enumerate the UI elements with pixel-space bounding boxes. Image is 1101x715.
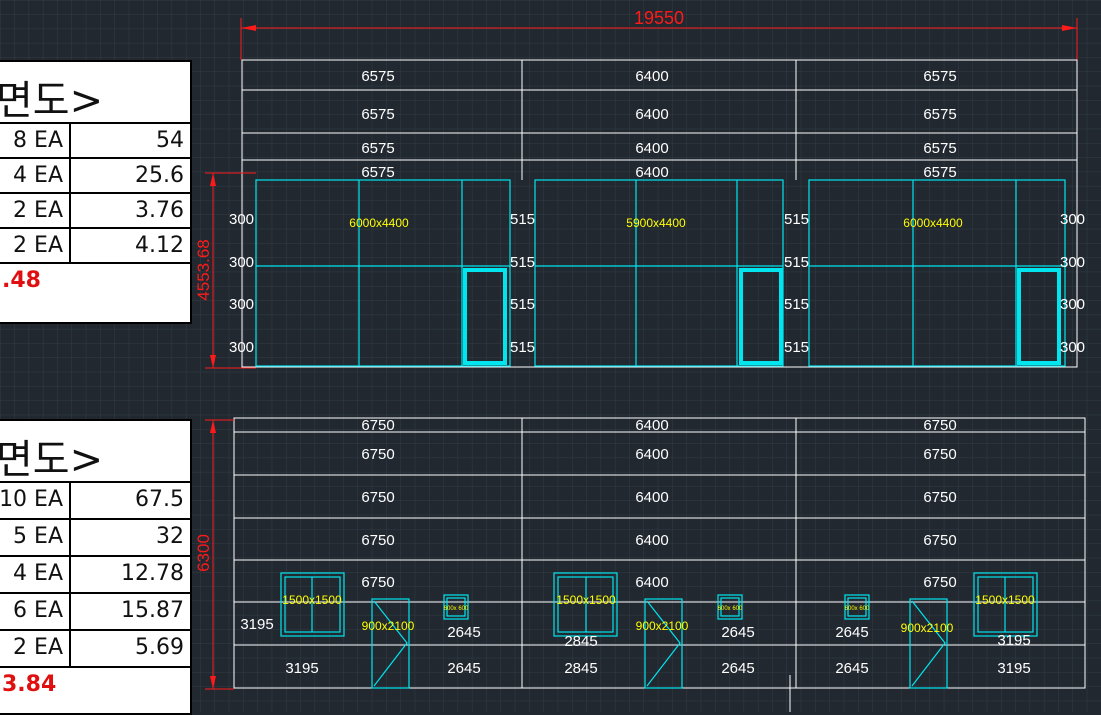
small-window-3: 600x 600	[844, 594, 870, 620]
table-total: 3.84	[2, 672, 57, 697]
bot-dim: 2845	[564, 660, 597, 677]
table-row: 5 EA 32	[0, 520, 190, 557]
bot-dim: 3195	[285, 660, 318, 677]
window-2: 1500x1500	[553, 572, 618, 637]
bot-row1-mid: 6400	[635, 417, 668, 434]
bot-dim: 2645	[447, 624, 480, 641]
side-dim: 300	[1060, 211, 1085, 228]
small-window-label: 600x 600	[444, 606, 469, 612]
top-row3-right: 6575	[923, 140, 956, 157]
bot-row1-left: 6750	[361, 417, 394, 434]
table-row: 10 EA 67.5	[0, 483, 190, 520]
bot-row5-left: 6750	[361, 574, 394, 591]
window-label: 1500x1500	[556, 593, 616, 607]
bot-row3-right: 6750	[923, 489, 956, 506]
door-1: 900x2100	[362, 598, 415, 689]
top-row2-left: 6575	[361, 106, 394, 123]
window-3: 1500x1500	[973, 572, 1038, 637]
door-label: 900x2100	[636, 619, 689, 633]
bot-dim: 3195	[997, 660, 1030, 677]
side-dim: 300	[229, 254, 254, 271]
top-row3-mid: 6400	[635, 140, 668, 157]
bot-row4-left: 6750	[361, 532, 394, 549]
side-dim: 515	[784, 296, 809, 313]
table-row: 2 EA 4.12	[0, 229, 190, 264]
quantity-table-1: 면도> 8 EA 54 4 EA 25.6 2 EA 3.76 2 EA 4.12 .4…	[0, 60, 192, 324]
bot-dim: 2645	[447, 660, 480, 677]
opening-label-2: 5900x4400	[626, 216, 686, 230]
small-window-1: 600x 600	[443, 594, 469, 620]
top-row3-left: 6575	[361, 140, 394, 157]
bot-row2-right: 6750	[923, 446, 956, 463]
table-title: 면도>	[0, 421, 190, 483]
top-row4-left: 6575	[361, 164, 394, 181]
bot-dim: 2645	[835, 624, 868, 641]
bot-row5-right: 6750	[923, 574, 956, 591]
window-label: 1500x1500	[282, 593, 342, 607]
top-row4-right: 6575	[923, 164, 956, 181]
side-dim: 300	[229, 339, 254, 356]
side-dim: 515	[510, 339, 535, 356]
table-title: 면도>	[0, 62, 190, 124]
bot-row3-mid: 6400	[635, 489, 668, 506]
opening-label-1: 6000x4400	[349, 216, 409, 230]
window-label: 1500x1500	[975, 593, 1035, 607]
table-total: .48	[2, 268, 41, 293]
quantity-table-2: 면도> 10 EA 67.5 5 EA 32 4 EA 12.78 6 EA 15.87…	[0, 419, 192, 715]
door-3: 900x2100	[901, 598, 954, 689]
bot-dim: 2645	[721, 624, 754, 641]
bottom-height-label: 6300	[194, 534, 213, 572]
side-dim: 300	[229, 296, 254, 313]
bot-dim: 2845	[564, 633, 597, 650]
top-height-label: 4553.68	[194, 239, 213, 300]
bot-dim: 3195	[997, 632, 1030, 649]
table-row: 4 EA 12.78	[0, 557, 190, 594]
side-dim: 515	[510, 254, 535, 271]
small-window-label: 600x 600	[845, 606, 870, 612]
bot-dim: 3195	[240, 616, 273, 633]
side-dim: 515	[784, 339, 809, 356]
opening-label-3: 6000x4400	[903, 216, 963, 230]
top-row1-left: 6575	[361, 68, 394, 85]
door-label: 900x2100	[362, 619, 415, 633]
top-elevation: 6575 6400 6575 6575 6400 6575 6575 6400 …	[194, 59, 1085, 369]
bot-row1-right: 6750	[923, 417, 956, 434]
top-row2-mid: 6400	[635, 106, 668, 123]
table-row: 4 EA 25.6	[0, 159, 190, 194]
bot-row4-right: 6750	[923, 532, 956, 549]
top-row1-right: 6575	[923, 68, 956, 85]
table-row: 8 EA 54	[0, 124, 190, 159]
bot-row5-mid: 6400	[635, 574, 668, 591]
side-dim: 515	[510, 296, 535, 313]
side-dim: 300	[229, 211, 254, 228]
bot-row3-left: 6750	[361, 489, 394, 506]
side-dim: 515	[784, 254, 809, 271]
side-dim: 300	[1060, 339, 1085, 356]
door-label: 900x2100	[901, 621, 954, 635]
bot-row2-mid: 6400	[635, 446, 668, 463]
table-row: 2 EA 3.76	[0, 194, 190, 229]
top-row4-mid: 6400	[635, 164, 668, 181]
bot-dim: 2645	[835, 660, 868, 677]
side-dim: 300	[1060, 296, 1085, 313]
bot-row4-mid: 6400	[635, 532, 668, 549]
bot-row2-left: 6750	[361, 446, 394, 463]
bottom-elevation: 6750 6400 6750 6750 6400 6750 6750 6400 …	[194, 417, 1086, 712]
overall-width-label: 19550	[634, 8, 684, 28]
table-row: 2 EA 5.69	[0, 631, 190, 668]
top-row1-mid: 6400	[635, 68, 668, 85]
top-row2-right: 6575	[923, 106, 956, 123]
side-dim: 515	[784, 211, 809, 228]
small-window-2: 600x 600	[717, 594, 743, 620]
small-window-label: 600x 600	[718, 606, 743, 612]
bot-dim: 2645	[721, 660, 754, 677]
window-1: 1500x1500	[280, 572, 345, 637]
door-2: 900x2100	[636, 598, 689, 689]
table-row: 6 EA 15.87	[0, 594, 190, 631]
side-dim: 515	[510, 211, 535, 228]
side-dim: 300	[1060, 254, 1085, 271]
overall-dimension: 19550	[240, 8, 1078, 60]
